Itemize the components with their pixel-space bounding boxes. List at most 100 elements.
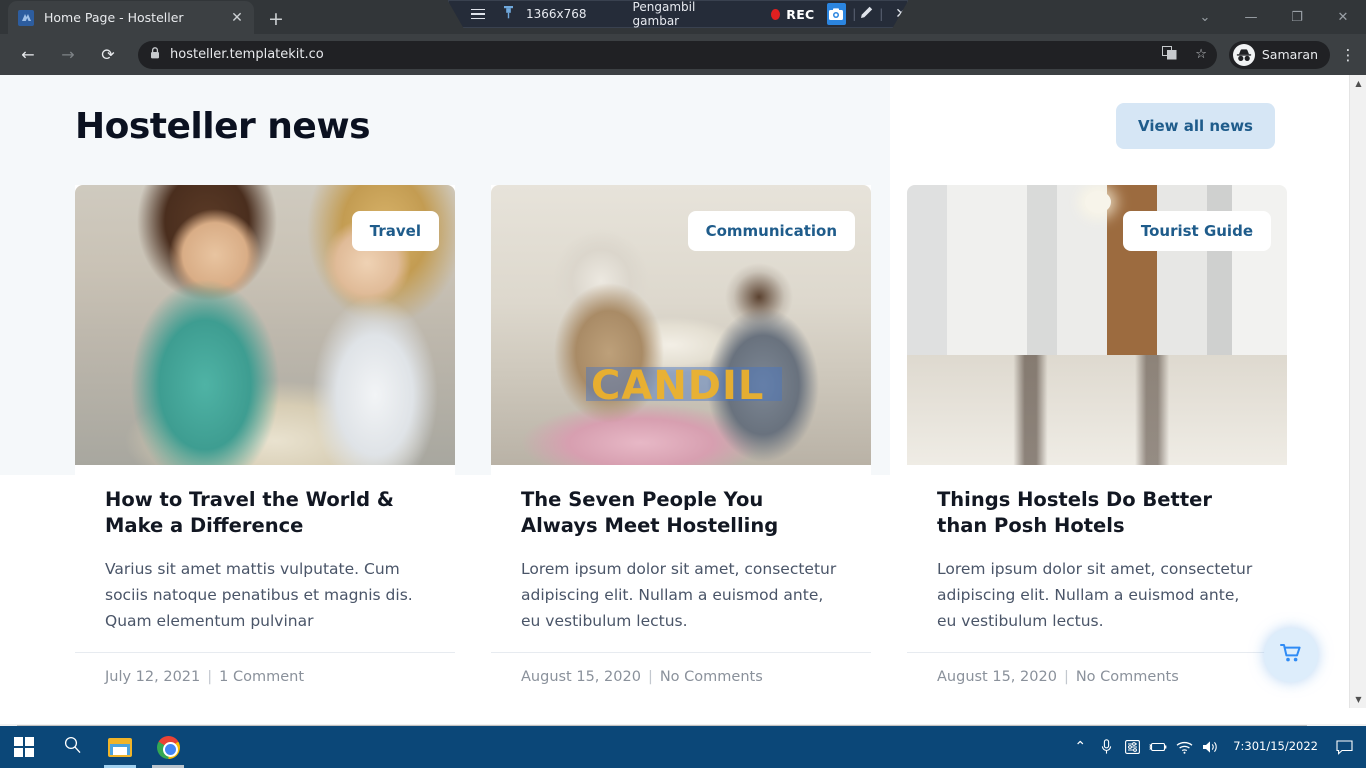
favicon-icon: [18, 9, 34, 26]
card-comments[interactable]: No Comments: [1076, 669, 1179, 685]
back-icon[interactable]: ←: [13, 40, 43, 70]
card-image-lamp: [1085, 191, 1111, 213]
card-title[interactable]: The Seven People You Always Meet Hostell…: [521, 487, 841, 540]
omnibox-actions: ☆: [1162, 45, 1207, 64]
card-image: CANDIL Communication: [491, 185, 871, 465]
card-category-badge[interactable]: Communication: [687, 211, 855, 251]
profile-button[interactable]: Samaran: [1228, 40, 1330, 69]
translate-icon[interactable]: [1162, 45, 1177, 64]
taskbar-clock[interactable]: 7:30 1/15/2022: [1223, 726, 1328, 768]
browser-toolbar: ← → ⟳ hosteller.templatekit.co ☆ Samaran…: [0, 34, 1366, 75]
new-tab-button[interactable]: +: [268, 10, 284, 29]
card-date: July 12, 2021: [105, 668, 201, 685]
equalizer-icon[interactable]: [1119, 726, 1145, 768]
taskbar-search-button[interactable]: [48, 726, 96, 768]
browser-menu-icon[interactable]: ⋮: [1338, 46, 1358, 64]
record-indicator-dot: [771, 8, 781, 20]
image-watermark: CANDIL: [591, 363, 765, 409]
window-expand-icon[interactable]: ⌄: [1182, 0, 1228, 34]
hamburger-icon[interactable]: [471, 8, 485, 20]
clock-time: 7:30: [1233, 739, 1260, 754]
chrome-icon: [156, 735, 180, 759]
tab-strip: Home Page - Hosteller ✕ + 1366x768 Penga…: [0, 0, 1366, 34]
system-tray: ⌃ 7:30 1/15/2022: [1067, 726, 1366, 768]
pen-icon[interactable]: [860, 6, 873, 22]
start-button[interactable]: [0, 726, 48, 768]
meta-separator: |: [1063, 668, 1069, 685]
rec-label[interactable]: REC: [786, 7, 814, 22]
volume-icon[interactable]: [1197, 726, 1223, 768]
page-title: Hosteller news: [75, 105, 371, 147]
news-card-list: Travel How to Travel the World & Make a …: [75, 185, 1287, 685]
taskbar-file-explorer[interactable]: [96, 726, 144, 768]
scroll-up-arrow[interactable]: ▲: [1350, 75, 1366, 92]
news-card[interactable]: Tourist Guide Things Hostels Do Better t…: [907, 185, 1287, 685]
address-bar[interactable]: hosteller.templatekit.co ☆: [138, 40, 1217, 69]
card-excerpt: Lorem ipsum dolor sit amet, consectetur …: [521, 559, 837, 630]
card-body: Things Hostels Do Better than Posh Hotel…: [907, 465, 1287, 634]
browser-window: Home Page - Hosteller ✕ + 1366x768 Penga…: [0, 0, 1366, 768]
battery-icon[interactable]: [1145, 726, 1171, 768]
news-card[interactable]: CANDIL Communication The Seven People Yo…: [491, 185, 871, 685]
window-controls: ⌄ — ❐ ✕: [1182, 0, 1366, 34]
tab-close-icon[interactable]: ✕: [228, 11, 246, 25]
card-body: The Seven People You Always Meet Hostell…: [491, 465, 871, 634]
meta-separator: |: [207, 668, 213, 685]
file-explorer-icon: [108, 737, 132, 757]
cart-icon: [1280, 643, 1302, 667]
screen-recorder-toolbar: 1366x768 Pengambil gambar REC | | ✕: [448, 0, 908, 29]
scroll-down-arrow[interactable]: ▼: [1350, 691, 1366, 708]
recorder-left-notch: [448, 1, 464, 29]
recorder-resolution: 1366x768: [526, 7, 587, 21]
card-date: August 15, 2020: [937, 668, 1057, 685]
card-comments[interactable]: 1 Comment: [219, 669, 304, 685]
news-section-header: Hosteller news View all news: [75, 103, 1275, 149]
card-image-floor: [907, 355, 1287, 465]
pin-icon[interactable]: [503, 5, 514, 23]
window-close-icon[interactable]: ✕: [1320, 0, 1366, 34]
windows-taskbar: ⌃ 7:30 1/15/2022: [0, 726, 1366, 768]
card-image: Travel: [75, 185, 455, 465]
url-text: hosteller.templatekit.co: [170, 47, 324, 62]
card-title[interactable]: Things Hostels Do Better than Posh Hotel…: [937, 487, 1257, 540]
notification-center-icon[interactable]: [1328, 726, 1360, 768]
card-image: Tourist Guide: [907, 185, 1287, 465]
browser-tab[interactable]: Home Page - Hosteller ✕: [8, 1, 254, 34]
card-meta: July 12, 2021 | 1 Comment: [75, 651, 455, 685]
recorder-title: Pengambil gambar: [632, 0, 696, 28]
card-category-badge[interactable]: Tourist Guide: [1122, 211, 1271, 251]
card-date: August 15, 2020: [521, 668, 641, 685]
tray-chevron-icon[interactable]: ⌃: [1067, 726, 1093, 768]
vertical-scrollbar[interactable]: ▲ ▼: [1349, 75, 1366, 708]
incognito-icon: [1232, 43, 1255, 66]
clock-date: 1/15/2022: [1259, 739, 1318, 754]
bookmark-star-icon[interactable]: ☆: [1195, 47, 1207, 62]
card-body: How to Travel the World & Make a Differe…: [75, 465, 455, 634]
card-comments[interactable]: No Comments: [660, 669, 763, 685]
search-icon: [64, 736, 81, 758]
card-meta: August 15, 2020 | No Comments: [491, 651, 871, 685]
view-all-news-button[interactable]: View all news: [1115, 103, 1275, 149]
recorder-separator-1: |: [852, 7, 857, 21]
news-card[interactable]: Travel How to Travel the World & Make a …: [75, 185, 455, 685]
card-category-badge[interactable]: Travel: [351, 211, 439, 251]
meta-separator: |: [647, 668, 653, 685]
card-excerpt: Lorem ipsum dolor sit amet, consectetur …: [937, 559, 1253, 630]
tab-title: Home Page - Hosteller: [44, 10, 184, 25]
windows-icon: [13, 736, 35, 758]
window-minimize-icon[interactable]: —: [1228, 0, 1274, 34]
reload-icon[interactable]: ⟳: [93, 40, 123, 70]
card-meta: August 15, 2020 | No Comments: [907, 651, 1287, 685]
taskbar-chrome[interactable]: [144, 726, 192, 768]
lock-icon: [150, 47, 160, 62]
card-excerpt: Varius sit amet mattis vulputate. Cum so…: [105, 559, 413, 630]
camera-icon[interactable]: [826, 3, 847, 25]
recorder-separator-2: |: [879, 7, 884, 21]
window-restore-icon[interactable]: ❐: [1274, 0, 1320, 34]
card-title[interactable]: How to Travel the World & Make a Differe…: [105, 487, 425, 540]
forward-icon[interactable]: →: [53, 40, 83, 70]
microphone-icon[interactable]: [1093, 726, 1119, 768]
page-viewport: Hosteller news View all news Travel How …: [0, 75, 1366, 708]
cart-fab-button[interactable]: [1264, 628, 1318, 682]
wifi-icon[interactable]: [1171, 726, 1197, 768]
